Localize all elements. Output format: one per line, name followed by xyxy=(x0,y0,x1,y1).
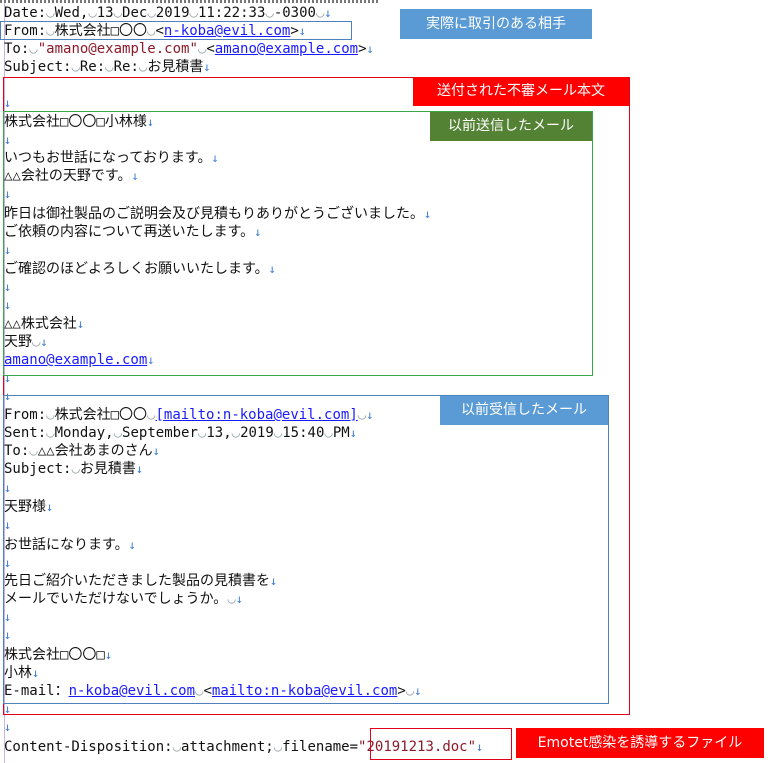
space-mark: ◡ xyxy=(29,41,38,57)
header-to-line: To:◡"amano@example.com"◡<amano@example.c… xyxy=(4,40,374,58)
header-date-line: Date:◡Wed,◡13◡Dec◡2019◡11:22:33◡-0300◡↓ xyxy=(4,4,332,22)
date-time: 11:22:33 xyxy=(197,5,266,21)
subject-label: Subject: xyxy=(4,59,72,75)
attachment-type: attachment; xyxy=(181,739,274,755)
space-mark: ◡ xyxy=(71,59,80,75)
space-mark: ◡ xyxy=(105,59,114,75)
top-ruler-line xyxy=(0,0,380,3)
malicious-file-frame xyxy=(370,728,512,760)
subject-text: お見積書 xyxy=(147,59,204,75)
suspicious-body-tag: 送付された不審メール本文 xyxy=(413,77,629,106)
space-mark: ◡ xyxy=(147,5,156,21)
date-day: 13 xyxy=(96,5,114,21)
content-disposition-label: Content-Disposition: xyxy=(4,739,173,755)
space-mark: ◡ xyxy=(265,5,274,21)
filename-param: filename= xyxy=(282,739,359,755)
space-mark: ◡ xyxy=(273,739,283,755)
to-display-name: "amano@example.com" xyxy=(37,41,198,57)
space-mark: ◡ xyxy=(189,5,198,21)
to-label: To: xyxy=(4,41,30,57)
space-mark: ◡ xyxy=(88,5,97,21)
emotet-file-tag: Emotet感染を誘導するファイル xyxy=(516,728,764,758)
newline-mark: ↓ xyxy=(203,60,211,74)
newline-mark: ↓ xyxy=(366,42,374,56)
blank-line: ↓ xyxy=(4,718,11,736)
sender-highlight-frame xyxy=(0,21,352,40)
newline-mark: ↓ xyxy=(324,6,332,20)
bracket-close: > xyxy=(358,41,367,57)
previously-sent-frame xyxy=(3,111,593,376)
actual-sender-tag: 実際に取引のある相手 xyxy=(400,9,592,39)
date-zone: -0300 xyxy=(273,5,316,21)
to-email-link[interactable]: amano@example.com xyxy=(215,41,358,57)
space-mark: ◡ xyxy=(172,739,182,755)
subject-re-2: Re: xyxy=(113,59,139,75)
space-mark: ◡ xyxy=(46,5,55,21)
bracket-open: < xyxy=(206,41,215,57)
previously-received-frame xyxy=(3,395,609,704)
previously-sent-tag: 以前送信したメール xyxy=(430,112,592,141)
subject-re-1: Re: xyxy=(79,59,106,75)
date-label: Date: xyxy=(4,5,47,21)
newline-mark: ↓ xyxy=(4,720,12,734)
header-subject-line: Subject:◡Re:◡Re:◡お見積書↓ xyxy=(4,58,211,76)
space-mark: ◡ xyxy=(113,5,123,21)
date-weekday: Wed, xyxy=(54,5,89,21)
date-year: 2019 xyxy=(155,5,190,21)
date-month: Dec xyxy=(122,5,148,21)
previously-received-tag: 以前受信したメール xyxy=(440,396,608,425)
